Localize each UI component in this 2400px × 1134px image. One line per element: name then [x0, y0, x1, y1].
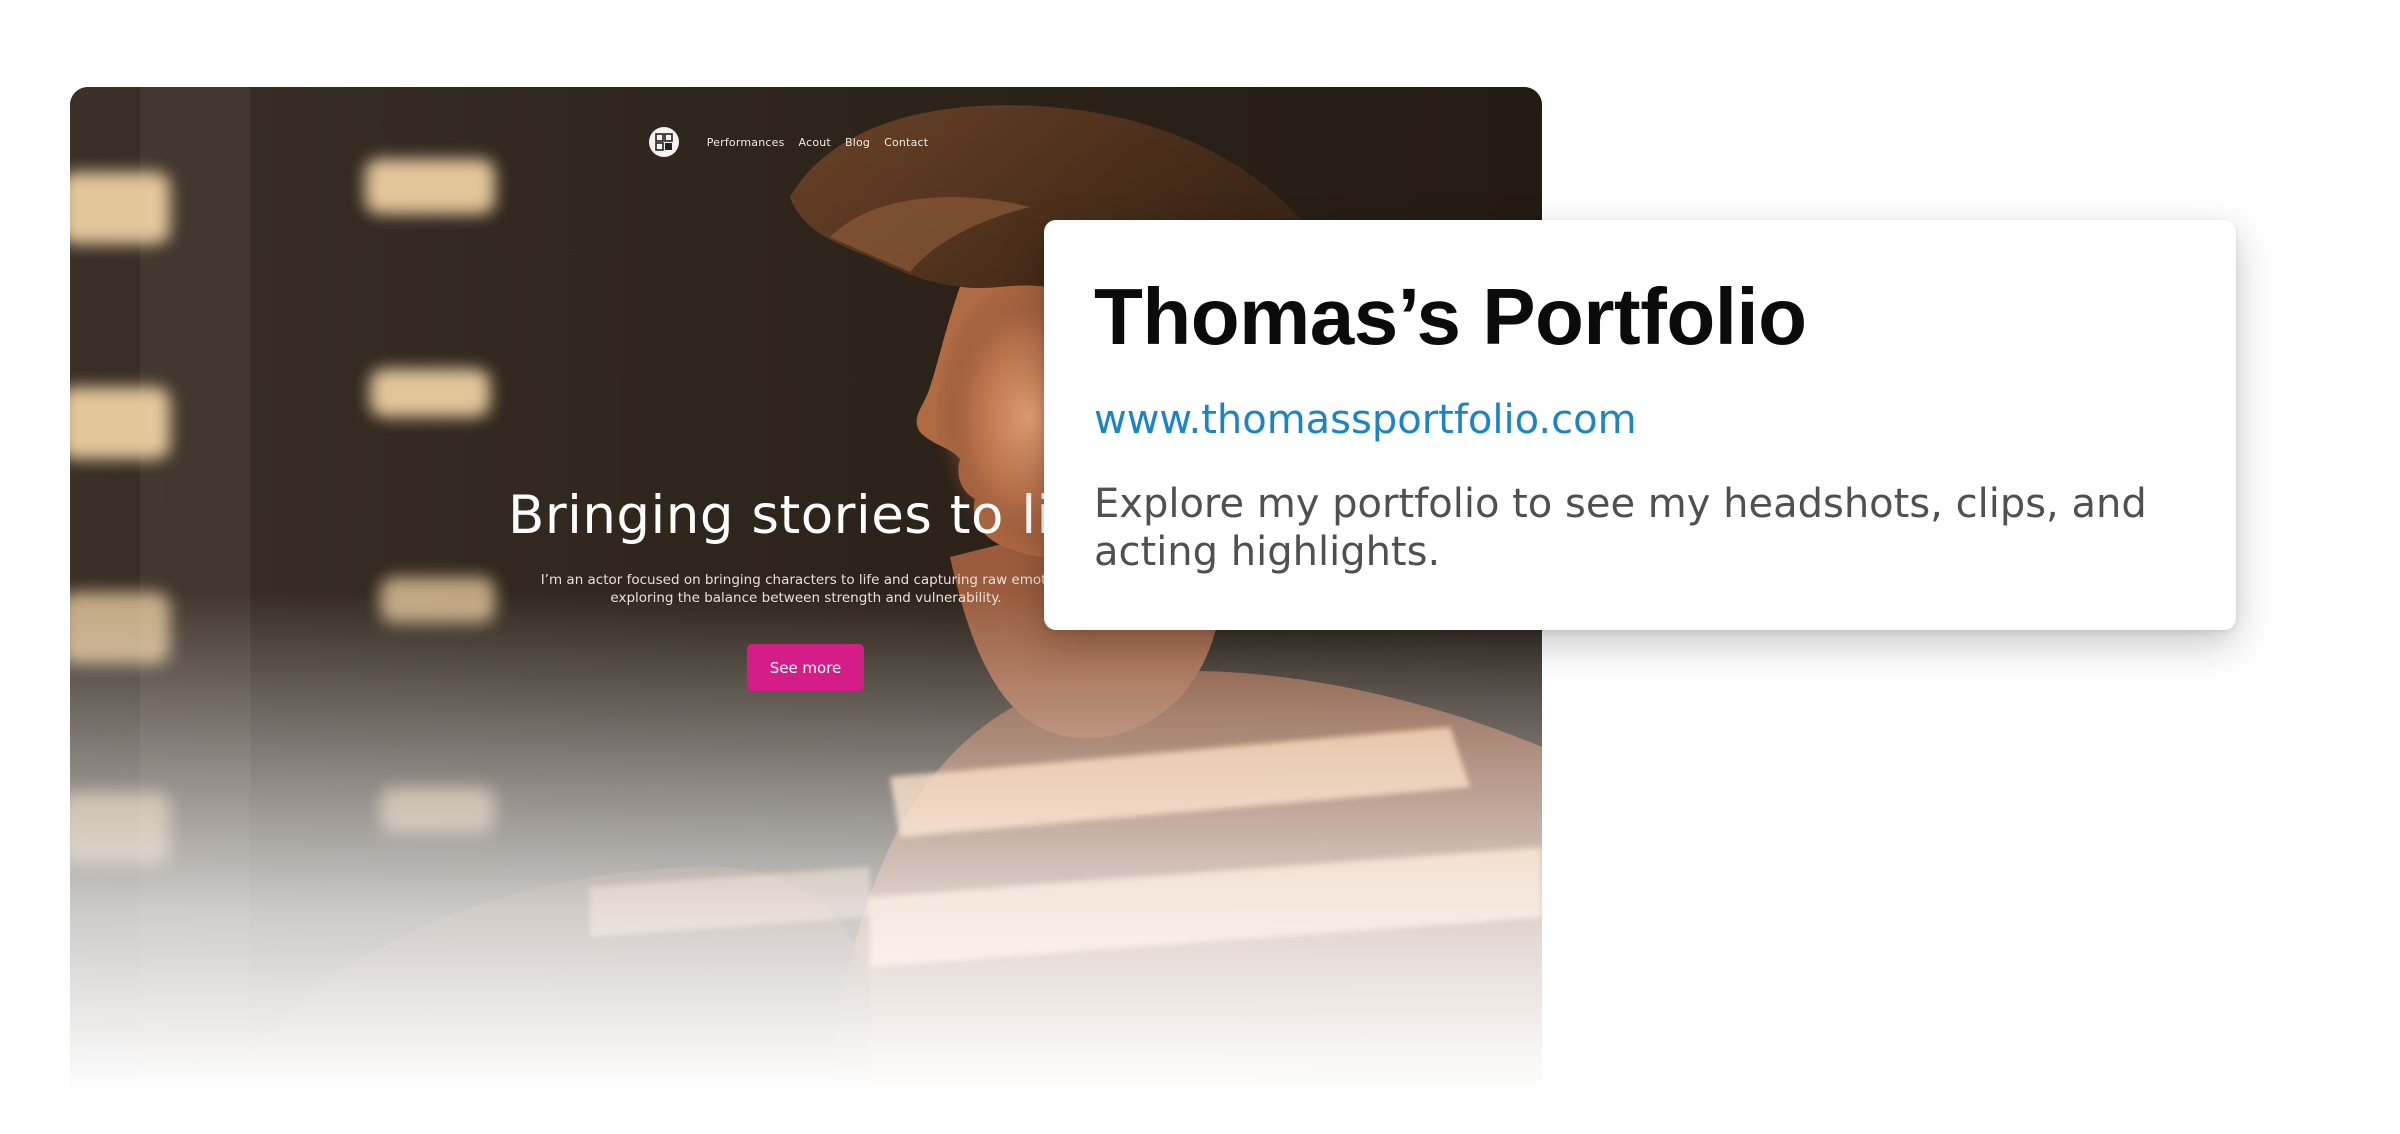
portfolio-card: Thomas’s Portfolio www.thomassportfolio.… [1044, 220, 2236, 630]
card-title: Thomas’s Portfolio [1094, 272, 1807, 361]
nav-link-performances[interactable]: Performances [707, 136, 785, 149]
nav-link-about[interactable]: Acout [799, 136, 831, 149]
portfolio-url-link[interactable]: www.thomassportfolio.com [1094, 396, 2186, 444]
nav-link-contact[interactable]: Contact [884, 136, 928, 149]
hero-description: I’m an actor focused on bringing charact… [476, 571, 1136, 607]
site-navbar: Performances Acout Blog Contact [70, 123, 1542, 161]
see-more-button[interactable]: See more [747, 644, 864, 691]
hero-description-line: I’m an actor focused on bringing charact… [540, 572, 1072, 588]
site-logo-icon[interactable] [648, 127, 679, 157]
hero-description-line: exploring the balance between strength a… [610, 590, 1002, 606]
nav-link-blog[interactable]: Blog [845, 136, 870, 149]
card-description: Explore my portfolio to see my headshots… [1094, 481, 2147, 575]
